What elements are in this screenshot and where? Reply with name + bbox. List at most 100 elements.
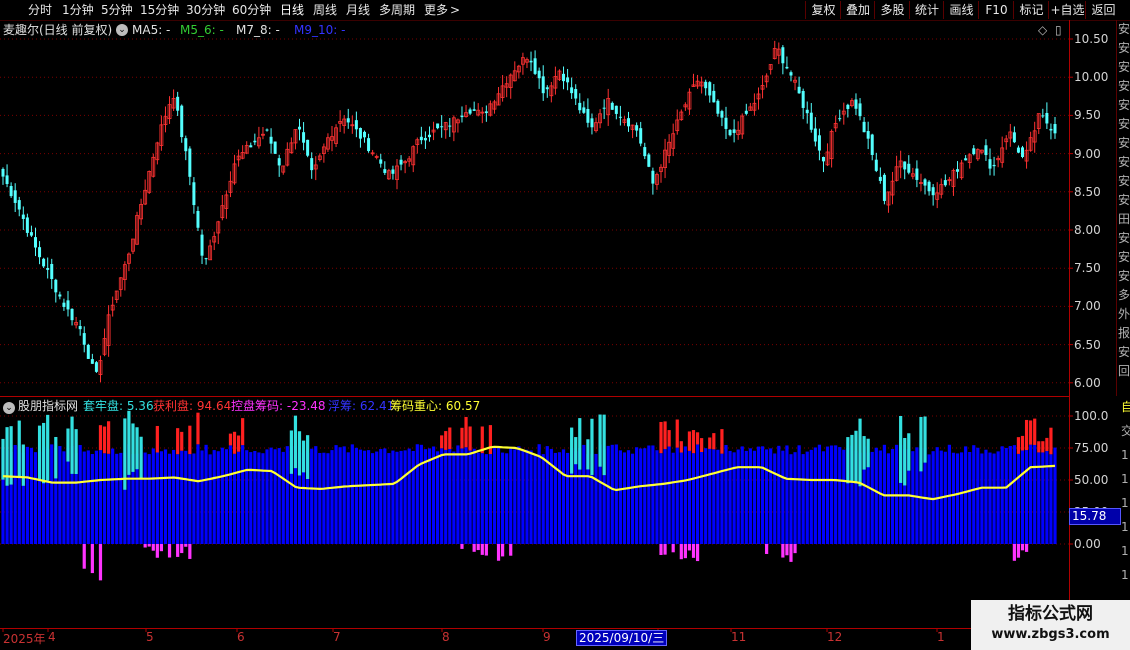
time-label-10: 1	[937, 630, 945, 644]
toolbar-button-3[interactable]: 统计	[909, 1, 944, 19]
price-tick-1: 10.00	[1074, 70, 1109, 85]
profit-chip-bar	[232, 431, 237, 454]
indicator-side-char-2: 1	[1121, 448, 1129, 462]
profit-chip-bar	[700, 438, 704, 453]
candle-body	[866, 131, 870, 139]
float-chip-bar	[671, 452, 675, 544]
panel-toggle-icon[interactable]: ▯	[1055, 22, 1062, 38]
candle-body	[578, 102, 582, 111]
candle-body	[346, 118, 350, 123]
side-char-12: 安	[1118, 250, 1130, 264]
diamond-icon[interactable]: ◇	[1038, 22, 1047, 38]
candle-body	[302, 132, 306, 143]
time-label-8: 11	[731, 630, 747, 644]
ma-label-1: M5_6: -	[180, 23, 224, 37]
float-chip-bar	[171, 449, 176, 544]
float-chip-bar	[460, 448, 464, 544]
candle-body	[367, 138, 371, 152]
candle-body	[651, 170, 655, 184]
profit-chip-bar	[102, 426, 107, 454]
toolbar-button-6[interactable]: 标记	[1013, 1, 1049, 19]
time-label-1: 4	[48, 630, 56, 644]
trapped-chip-bar	[586, 439, 590, 470]
period-tab-3[interactable]: 15分钟	[140, 2, 179, 18]
indicator-collapse-icon[interactable]: ⌄	[3, 402, 15, 414]
watermark-url: www.zbgs3.com	[991, 627, 1110, 642]
profit-chip-bar	[708, 437, 712, 449]
float-chip-bar	[94, 450, 99, 544]
profit-chip-bar	[196, 412, 200, 445]
float-chip-bar	[874, 447, 878, 544]
candle-body	[610, 102, 614, 110]
candle-body	[943, 180, 947, 186]
toolbar-button-7[interactable]: +自选	[1048, 1, 1086, 19]
float-chip-bar	[90, 454, 94, 544]
toolbar-button-0[interactable]: 复权	[805, 1, 841, 19]
float-chip-bar	[176, 454, 180, 544]
control-chip-bar	[695, 544, 700, 562]
period-tab-5[interactable]: 60分钟	[232, 2, 271, 18]
toolbar-button-4[interactable]: 画线	[943, 1, 979, 19]
ma-collapse-icon[interactable]: ⌄	[116, 24, 128, 36]
float-chip-bar	[886, 453, 891, 544]
candle-body	[419, 136, 423, 141]
candle-body	[956, 169, 960, 172]
candle-body	[50, 264, 54, 279]
trapped-chip-bar	[862, 436, 866, 470]
candle-body	[70, 308, 74, 321]
float-chip-bar	[639, 448, 643, 544]
float-chip-bar	[988, 452, 992, 544]
control-chip-bar	[785, 544, 789, 556]
control-chip-bar	[1020, 544, 1025, 551]
candle-body	[716, 100, 720, 114]
more-arrow-icon[interactable]: >	[450, 2, 460, 18]
float-chip-bar	[488, 454, 493, 544]
float-chip-bar	[62, 451, 66, 544]
float-chip-bar	[509, 447, 513, 544]
float-chip-bar	[86, 450, 90, 544]
period-tab-2[interactable]: 5分钟	[101, 2, 133, 18]
side-char-4: 安	[1118, 98, 1130, 112]
trapped-chip-bar	[899, 415, 903, 483]
period-tab-6[interactable]: 日线	[280, 2, 304, 18]
float-chip-bar	[870, 451, 874, 544]
float-chip-bar	[683, 446, 687, 544]
toolbar-button-8[interactable]: 返回	[1085, 1, 1121, 19]
period-tab-1[interactable]: 1分钟	[62, 2, 94, 18]
toolbar-button-5[interactable]: F10	[978, 1, 1014, 19]
candle-body	[964, 158, 968, 161]
control-chip-bar	[500, 544, 505, 557]
ma-label-2: M7_8: -	[236, 23, 280, 37]
period-tab-9[interactable]: 多周期	[379, 2, 415, 18]
candle-body	[472, 109, 476, 111]
toolbar-button-1[interactable]: 叠加	[840, 1, 875, 19]
toolbar-button-2[interactable]: 多股	[874, 1, 910, 19]
float-chip-bar	[285, 446, 289, 544]
float-chip-bar	[241, 445, 245, 544]
period-tab-8[interactable]: 月线	[346, 2, 370, 18]
period-tab-10[interactable]: 更多	[424, 2, 448, 18]
chart-canvas[interactable]	[0, 20, 1130, 650]
candle-body	[1012, 132, 1016, 143]
candle-body	[21, 214, 25, 219]
float-chip-bar	[720, 453, 724, 544]
period-tab-4[interactable]: 30分钟	[186, 2, 225, 18]
trapped-chip-bar	[590, 418, 594, 476]
side-char-16: 报	[1118, 326, 1130, 340]
trapped-chip-bar	[17, 420, 21, 479]
period-tab-0[interactable]: 分时	[28, 2, 52, 18]
float-chip-bar	[748, 448, 752, 544]
candle-body	[249, 145, 253, 148]
trapped-chip-bar	[139, 436, 143, 479]
indicator-side-char-3: 1	[1121, 472, 1129, 486]
period-tab-7[interactable]: 周线	[313, 2, 337, 18]
trapped-chip-bar	[70, 416, 74, 474]
candle-body	[732, 129, 736, 133]
float-chip-bar	[618, 450, 622, 544]
trapped-chip-bar	[923, 416, 927, 463]
float-chip-bar	[838, 447, 842, 544]
float-chip-bar	[691, 453, 696, 544]
float-chip-bar	[606, 445, 610, 544]
indicator-side-char-6: 1	[1121, 544, 1129, 558]
profit-chip-bar	[98, 425, 103, 451]
